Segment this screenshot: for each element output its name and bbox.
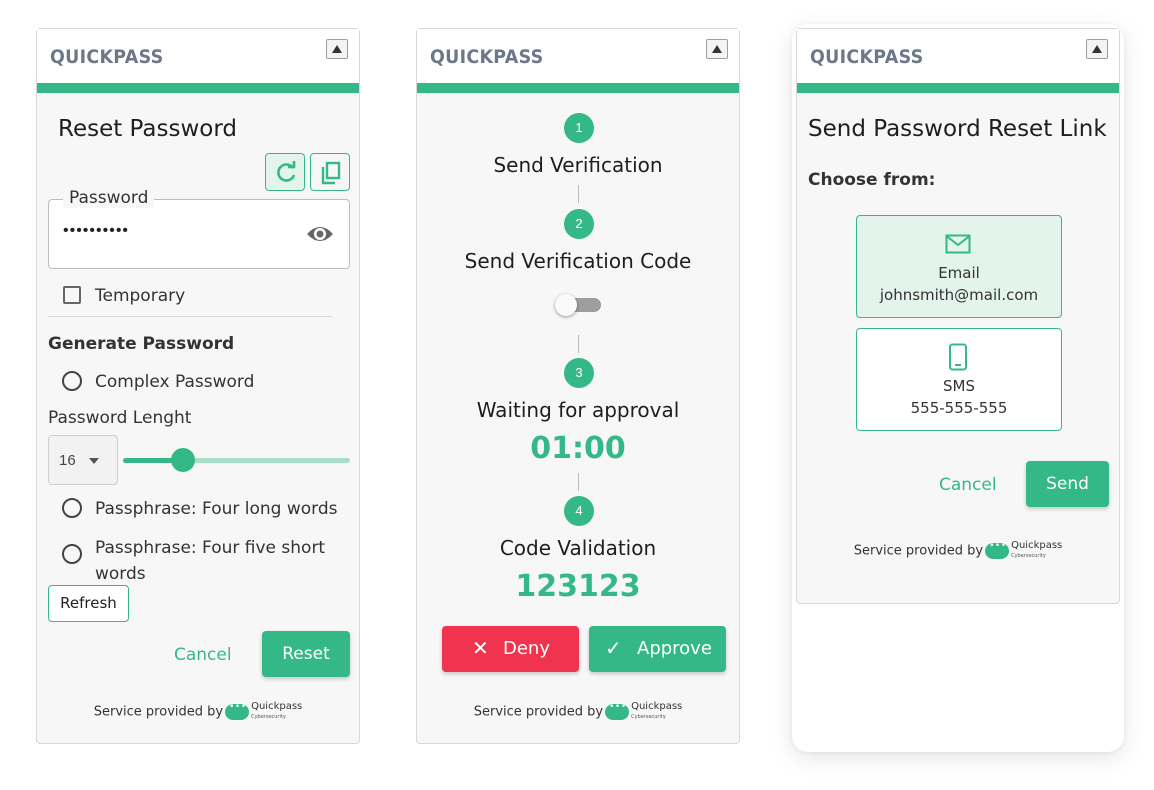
send-button[interactable]: Send: [1026, 461, 1109, 507]
copy-button[interactable]: [310, 153, 350, 191]
passphrase-short-label: Passphrase: Four five short words: [95, 538, 326, 584]
eye-icon[interactable]: [305, 222, 335, 246]
validation-code: 123123: [515, 569, 641, 604]
footer-text: Service provided by: [853, 543, 984, 559]
page-title: Send Password Reset Link: [808, 116, 1107, 142]
collapse-button[interactable]: [326, 39, 348, 59]
step-2-title: Send Verification Code: [464, 249, 692, 273]
step-1-badge: 1: [564, 113, 594, 143]
deny-button[interactable]: ✕ Deny: [442, 626, 579, 672]
sms-option-type: SMS: [943, 377, 975, 395]
panel-header: QUICKPASS: [797, 29, 1119, 93]
length-slider-handle[interactable]: [171, 448, 195, 472]
quickpass-logo-icon: [605, 702, 630, 720]
reset-password-panel: QUICKPASS Reset Password Password ••••••…: [36, 28, 360, 744]
verification-toggle-thumb[interactable]: [555, 294, 577, 316]
logo-name: Quickpass: [631, 701, 683, 712]
approve-label: Approve: [637, 638, 712, 659]
length-select[interactable]: 16: [48, 435, 118, 485]
temporary-label: Temporary: [95, 286, 186, 306]
refresh-icon: [277, 161, 296, 182]
step-4-badge: 4: [564, 496, 594, 526]
approval-timer: 01:00: [530, 431, 626, 466]
regenerate-button[interactable]: [265, 153, 305, 191]
passphrase-short-radio[interactable]: [62, 544, 82, 564]
step-2-badge: 2: [564, 209, 594, 239]
choose-label: Choose from:: [808, 170, 936, 190]
logo-sub: Cybersecurity: [631, 714, 666, 720]
password-field[interactable]: Password ••••••••••: [48, 188, 350, 269]
copy-icon: [321, 161, 341, 185]
brand-title: QUICKPASS: [430, 46, 544, 68]
quickpass-logo-icon: [225, 702, 250, 720]
logo-name: Quickpass: [251, 701, 303, 712]
passphrase-long-label: Passphrase: Four long words: [95, 499, 338, 519]
reset-link-panel: QUICKPASS Send Password Reset Link Choos…: [796, 28, 1120, 604]
logo-sub: Cybersecurity: [1011, 553, 1046, 559]
complex-password-radio[interactable]: [62, 371, 82, 391]
email-option[interactable]: Email johnsmith@mail.com: [856, 215, 1062, 318]
passphrase-long-radio[interactable]: [62, 498, 82, 518]
collapse-button[interactable]: [1086, 39, 1108, 59]
logo-sub: Cybersecurity: [251, 714, 286, 720]
length-value: 16: [59, 452, 76, 469]
approval-panel: QUICKPASS 1 Send Verification 2 Send Ver…: [416, 28, 740, 744]
length-label: Password Lenght: [48, 408, 192, 428]
quickpass-logo-icon: [985, 541, 1010, 559]
generate-heading: Generate Password: [48, 334, 235, 354]
service-footer: Service provided by Quickpass Cybersecurit…: [797, 541, 1119, 561]
mail-icon: [945, 234, 971, 254]
panel-header: QUICKPASS: [37, 29, 359, 93]
cancel-button[interactable]: Cancel: [174, 645, 232, 665]
collapse-button[interactable]: [706, 39, 728, 59]
reset-button[interactable]: Reset: [262, 631, 350, 677]
check-icon: ✓: [605, 636, 622, 660]
step-4-title: Code Validation: [499, 536, 657, 560]
footer-text: Service provided by: [93, 704, 224, 720]
step-connector: [578, 185, 579, 203]
refresh-button[interactable]: Refresh: [48, 585, 129, 622]
divider: [48, 316, 332, 317]
step-3-title: Waiting for approval: [476, 398, 680, 422]
step-3-badge: 3: [564, 358, 594, 388]
complex-password-label: Complex Password: [95, 372, 255, 392]
logo-name: Quickpass: [1011, 540, 1063, 551]
step-1-title: Send Verification: [493, 153, 663, 177]
page-title: Reset Password: [58, 116, 237, 142]
email-option-value: johnsmith@mail.com: [879, 286, 1039, 304]
close-icon: ✕: [472, 636, 489, 660]
chevron-down-icon: [89, 458, 99, 464]
footer-text: Service provided by: [473, 704, 604, 720]
panel-header: QUICKPASS: [417, 29, 739, 93]
sms-option[interactable]: SMS 555-555-555: [856, 328, 1062, 431]
password-label: Password: [63, 188, 155, 208]
step-connector: [578, 335, 579, 353]
cancel-button[interactable]: Cancel: [939, 475, 997, 495]
approve-button[interactable]: ✓ Approve: [589, 626, 726, 672]
brand-title: QUICKPASS: [810, 46, 924, 68]
sms-option-value: 555-555-555: [910, 399, 1008, 417]
service-footer: Service provided by Quickpass Cybersecurit…: [417, 702, 739, 722]
service-footer: Service provided by Quickpass Cybersecurit…: [37, 702, 359, 722]
email-option-type: Email: [938, 264, 980, 282]
phone-icon: [949, 343, 967, 371]
deny-label: Deny: [503, 638, 550, 659]
step-connector: [578, 473, 579, 491]
brand-title: QUICKPASS: [50, 46, 164, 68]
password-value: ••••••••••: [63, 222, 130, 239]
temporary-checkbox[interactable]: [63, 286, 81, 304]
